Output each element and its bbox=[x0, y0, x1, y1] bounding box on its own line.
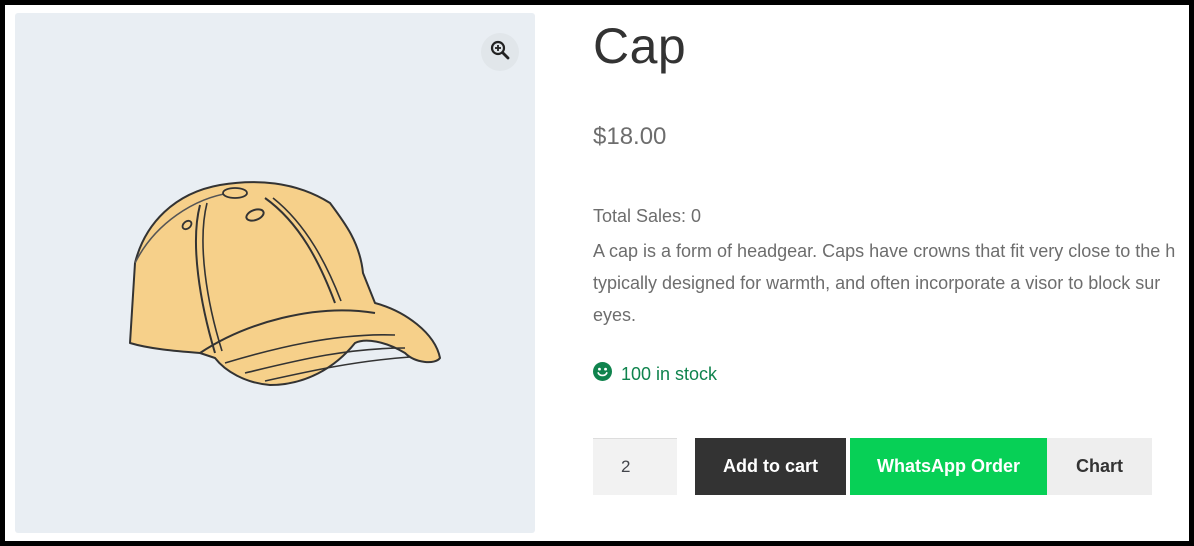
product-price: $18.00 bbox=[593, 123, 667, 150]
smiley-icon bbox=[593, 362, 612, 386]
chart-button[interactable]: Chart bbox=[1047, 438, 1152, 495]
product-description: A cap is a form of headgear. Caps have c… bbox=[593, 235, 1189, 331]
quantity-input[interactable] bbox=[593, 438, 677, 495]
product-page: Cap $18.00 Total Sales: 0 A cap is a for… bbox=[5, 5, 1189, 541]
description-line: typically designed for warmth, and often… bbox=[593, 273, 1161, 293]
description-line: A cap is a form of headgear. Caps have c… bbox=[593, 241, 1176, 261]
product-image[interactable] bbox=[105, 163, 455, 393]
product-title: Cap bbox=[593, 18, 687, 74]
total-sales: Total Sales: 0 bbox=[593, 206, 702, 226]
product-gallery bbox=[15, 13, 535, 533]
add-to-cart-button[interactable]: Add to cart bbox=[695, 438, 846, 495]
description-line: eyes. bbox=[593, 305, 637, 325]
stock-label: 100 in stock bbox=[621, 363, 718, 384]
whatsapp-order-button[interactable]: WhatsApp Order bbox=[850, 438, 1047, 495]
zoom-in-icon bbox=[490, 40, 510, 65]
zoom-button[interactable] bbox=[481, 33, 519, 71]
stock-status: 100 in stock bbox=[593, 362, 717, 386]
